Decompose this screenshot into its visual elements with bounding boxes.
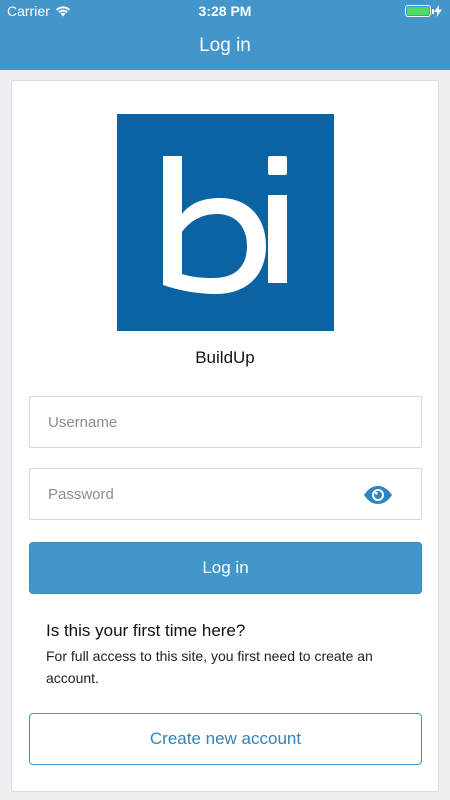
status-bar: Carrier 3:28 PM: [0, 0, 450, 22]
battery-fill: [407, 7, 429, 15]
bolt-icon: [434, 5, 442, 17]
login-button[interactable]: Log in: [29, 542, 422, 594]
username-input[interactable]: [48, 397, 348, 447]
site-name: BuildUp: [195, 348, 255, 367]
password-field[interactable]: [29, 468, 422, 520]
battery-indicator: [405, 5, 442, 17]
first-time-description: For full access to this site, you first …: [46, 648, 373, 686]
create-account-button[interactable]: Create new account: [29, 713, 422, 765]
login-card: BuildUp Log in Is this your first time h…: [11, 80, 439, 792]
page-title: Log in: [199, 35, 251, 56]
status-time: 3:28 PM: [198, 3, 252, 19]
site-logo: [117, 114, 334, 331]
battery-icon: [405, 5, 434, 17]
app-header: Carrier 3:28 PM Log in: [0, 0, 450, 70]
username-field[interactable]: [29, 396, 422, 448]
password-input[interactable]: [48, 469, 348, 519]
eye-icon[interactable]: [363, 485, 393, 505]
first-time-heading: Is this your first time here?: [46, 621, 246, 640]
